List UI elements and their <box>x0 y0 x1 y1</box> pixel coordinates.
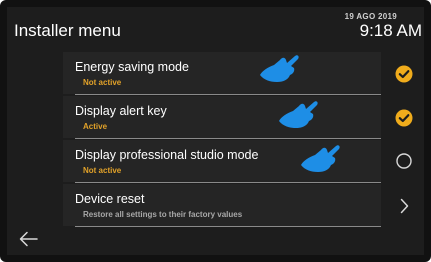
clock-time: 9:18 AM <box>359 21 422 40</box>
menu-item-label: Display alert key <box>75 104 167 118</box>
menu-item-device-reset[interactable]: Device reset Restore all settings to the… <box>63 184 381 227</box>
page-title: Installer menu <box>14 21 121 40</box>
pointing-hand-icon <box>277 97 321 131</box>
date-label: 19 AGO 2019 <box>344 12 397 21</box>
menu-item-label: Device reset <box>75 192 145 206</box>
pointing-hand-icon <box>299 141 343 175</box>
installer-menu-screen: Installer menu 19 AGO 2019 9:18 AM Energ… <box>7 7 424 255</box>
check-circle-icon[interactable] <box>393 107 415 129</box>
pointing-hand-icon <box>258 51 302 85</box>
chevron-right-icon[interactable] <box>393 195 415 217</box>
row-divider <box>75 94 381 95</box>
header-bar: Installer menu 19 AGO 2019 9:18 AM <box>7 7 424 49</box>
row-divider <box>75 182 381 183</box>
empty-circle-icon[interactable] <box>393 150 415 172</box>
menu-item-description: Restore all settings to their factory va… <box>83 210 243 219</box>
menu-item-status: Not active <box>83 166 122 175</box>
menu-item-status: Active <box>83 122 108 131</box>
menu-item-display-alert-key[interactable]: Display alert key Active <box>63 96 381 139</box>
menu-item-status: Not active <box>83 78 122 87</box>
check-circle-icon[interactable] <box>393 63 415 85</box>
menu-item-label: Energy saving mode <box>75 60 189 74</box>
device-frame: Installer menu 19 AGO 2019 9:18 AM Energ… <box>0 0 431 262</box>
menu-item-label: Display professional studio mode <box>75 148 259 162</box>
row-divider <box>75 138 381 139</box>
menu-item-energy-saving-mode[interactable]: Energy saving mode Not active <box>63 52 381 95</box>
row-divider <box>75 226 381 227</box>
arrow-left-icon[interactable] <box>17 228 41 250</box>
